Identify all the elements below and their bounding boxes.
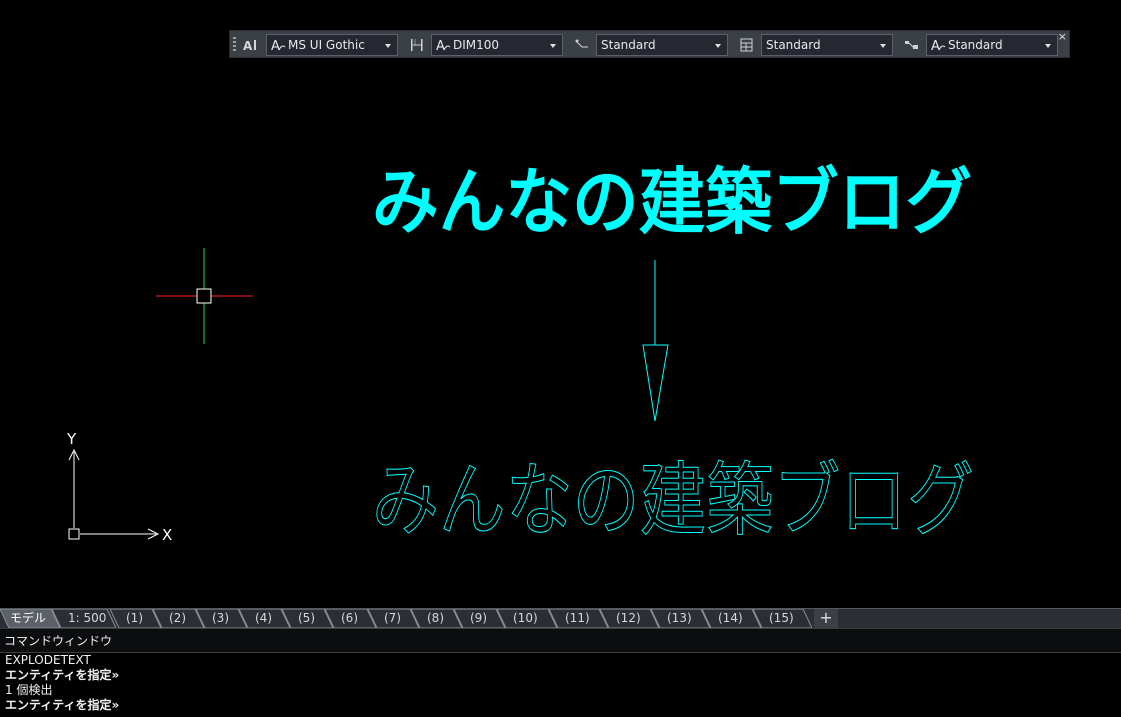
ucs-x-label: X [162,526,172,544]
tab-label: (1) [126,611,143,625]
tab-label: (3) [212,611,229,625]
svg-text:|: | [414,39,416,46]
filled-text[interactable]: みんなの建築ブログ [372,160,972,244]
tab-label: (10) [513,611,538,625]
tab-label: モデル [10,611,47,625]
tab-layout[interactable]: 1: 500 [52,609,116,628]
chevron-down-icon [550,44,556,48]
chevron-down-icon [880,44,886,48]
mleader-style-select[interactable]: A Standard [926,34,1058,56]
text-style-select[interactable]: A MS UI Gothic [266,34,398,56]
mleader-style-a-icon: A [930,35,946,55]
tab-label: (15) [769,611,794,625]
tab-model[interactable]: モデル [0,609,60,628]
style-toolbar: A A MS UI Gothic | A DIM100 Standard Sta… [229,30,1070,58]
command-line: エンティティを指定» [5,668,120,682]
svg-text:A: A [271,39,280,54]
tab-label: (13) [667,611,692,625]
dim-style-icon[interactable]: | [408,36,426,54]
tab-label: 1: 500 [68,611,107,625]
leader-style-icon[interactable] [573,36,591,54]
arrow-head[interactable] [642,344,669,422]
tab-label: (14) [718,611,743,625]
chevron-down-icon [1045,44,1051,48]
table-style-select[interactable]: Standard [761,34,893,56]
dim-style-a-icon: A [435,35,451,55]
tab-label: (8) [427,611,444,625]
add-layout-button[interactable]: + [814,609,838,628]
tab-label: (7) [384,611,401,625]
command-window: コマンドウィンドウ EXPLODETEXT エンティティを指定» 1 個検出 エンティ… [0,628,1121,717]
tab-layout[interactable]: (15) [753,609,812,628]
layout-tabs: モデル 1: 500 (1) (2) (3) (4) (5) (6) (7) (8) (9) (10)… [0,608,1121,628]
tab-label: (12) [616,611,641,625]
dim-style-value: DIM100 [453,38,500,52]
toolbar-grip[interactable] [233,37,236,53]
outline-text[interactable]: みんなの建築ブログ [372,454,975,548]
text-style-a-icon: A [270,35,286,55]
drawing-canvas[interactable]: みんなの建築ブログ みんなの建築ブログ Y X [0,60,1121,608]
table-style-icon[interactable] [738,36,756,54]
tab-label: (9) [470,611,487,625]
svg-text:A: A [436,39,445,54]
command-history: EXPLODETEXT エンティティを指定» 1 個検出 エンティティを指定» [0,653,1121,713]
mleader-style-value: Standard [948,38,1003,52]
mleader-style-icon[interactable] [903,36,921,54]
tab-label: (4) [255,611,272,625]
table-style-value: Standard [766,38,821,52]
close-icon[interactable]: × [1058,31,1067,42]
tab-label: (6) [341,611,358,625]
text-style-value: MS UI Gothic [288,38,365,52]
dim-style-select[interactable]: A DIM100 [431,34,563,56]
leader-style-value: Standard [601,38,656,52]
tab-label: (5) [298,611,315,625]
ucs-y-label: Y [66,430,77,448]
ucs-icon [68,448,160,540]
leader-style-select[interactable]: Standard [596,34,728,56]
crosshair-cursor [156,248,253,344]
tab-label: (11) [565,611,590,625]
command-line: 1 個検出 [5,683,53,697]
chevron-down-icon [715,44,721,48]
tab-label: (2) [169,611,186,625]
command-line: EXPLODETEXT [5,653,91,667]
command-window-title: コマンドウィンドウ [0,629,1121,653]
svg-text:A: A [243,39,253,53]
command-line: エンティティを指定» [5,698,120,712]
text-style-icon[interactable]: A [242,36,260,54]
chevron-down-icon [385,44,391,48]
svg-text:A: A [931,39,940,54]
tab-layout[interactable]: (10) [497,609,557,628]
